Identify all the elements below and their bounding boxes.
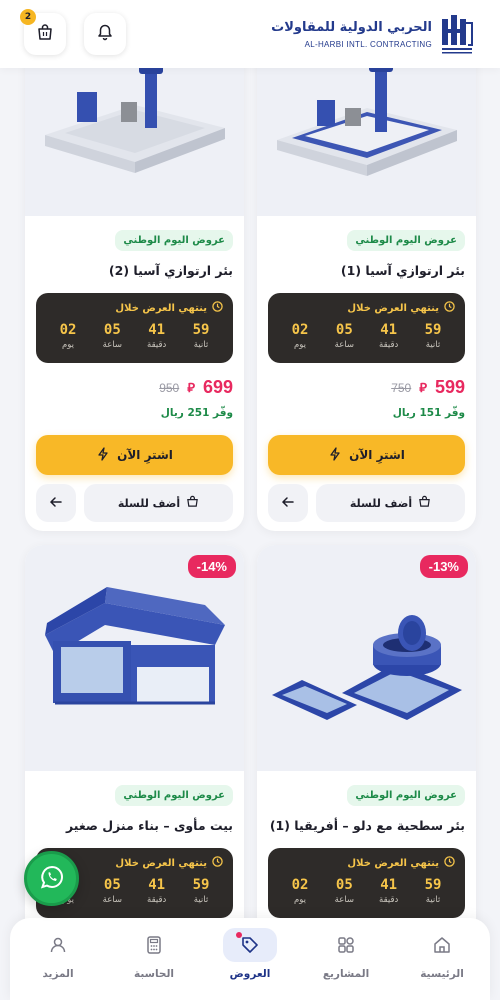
timer-seconds: 59 ثانية xyxy=(424,877,442,905)
details-arrow-button[interactable] xyxy=(36,484,76,522)
nav-offers[interactable]: العروض xyxy=(210,928,290,1000)
brand-name-arabic: الحربي الدولية للمقاولات xyxy=(271,19,432,35)
riyal-icon: ⃁ xyxy=(419,381,427,396)
company-logo xyxy=(442,15,473,54)
timer-minutes: 41 دقيقة xyxy=(379,322,399,350)
countdown-timer: ينتهي العرض خلال 59 ثانية 41 دقيقة 05 ساعة … xyxy=(268,293,465,363)
tag-icon xyxy=(223,928,277,962)
brand[interactable]: الحربي الدولية للمقاولات AL-HARBI INTL. … xyxy=(271,13,474,55)
timer-seconds: 59 ثانية xyxy=(424,322,442,350)
user-icon xyxy=(31,928,85,962)
product-card[interactable]: عروض اليوم الوطني بئر ارتوازي آسيا (2) ي… xyxy=(25,0,244,531)
offer-tag: عروض اليوم الوطني xyxy=(115,230,233,251)
active-dot xyxy=(236,932,242,938)
product-title[interactable]: بئر ارتوازي آسيا (2) xyxy=(36,263,233,281)
arrow-left-icon xyxy=(281,494,295,513)
add-to-cart-button[interactable]: أضف للسلة xyxy=(316,484,465,522)
product-title[interactable]: بيت مأوى – بناء منزل صغير xyxy=(36,818,233,836)
calculator-icon xyxy=(127,928,181,962)
nav-more[interactable]: المزيد xyxy=(18,928,98,1000)
buy-now-button[interactable]: اشترِ الآن xyxy=(268,435,465,475)
riyal-icon: ⃁ xyxy=(187,381,195,396)
add-to-cart-label: أضف للسلة xyxy=(117,496,181,510)
offer-tag: عروض اليوم الوطني xyxy=(115,785,233,806)
bell-icon xyxy=(96,23,114,45)
timer-minutes: 41 دقيقة xyxy=(147,877,167,905)
arrow-left-icon xyxy=(49,494,63,513)
buy-now-label: اشترِ الآن xyxy=(349,448,405,462)
timer-header: ينتهي العرض خلال xyxy=(278,301,455,315)
price-row: 599 ⃁ 750 xyxy=(268,377,465,398)
discount-badge: -14% xyxy=(187,555,236,578)
shopping-bag-icon xyxy=(36,23,54,45)
timer-header: ينتهي العرض خلال xyxy=(278,856,455,870)
product-title[interactable]: بئر سطحية مع دلو – أفريقيا (1) xyxy=(268,818,465,836)
product-card[interactable]: عروض اليوم الوطني بئر ارتوازي آسيا (1) ي… xyxy=(257,0,476,531)
savings-text: وفّر 151 ريال xyxy=(392,407,465,419)
product-image[interactable]: -14% xyxy=(25,545,244,771)
basket-icon xyxy=(418,495,431,511)
details-arrow-button[interactable] xyxy=(268,484,308,522)
discount-badge: -13% xyxy=(419,555,468,578)
buy-now-label: اشترِ الآن xyxy=(117,448,173,462)
timer-seconds: 59 ثانية xyxy=(192,322,210,350)
clock-icon xyxy=(212,301,223,315)
grid-icon xyxy=(319,928,373,962)
nav-calculator[interactable]: الحاسبة xyxy=(114,928,194,1000)
clock-icon xyxy=(212,856,223,870)
buy-now-button[interactable]: اشترِ الآن xyxy=(36,435,233,475)
lightning-icon xyxy=(328,446,342,464)
old-price: 950 xyxy=(159,380,180,395)
product-title[interactable]: بئر ارتوازي آسيا (1) xyxy=(268,263,465,281)
lightning-icon xyxy=(96,446,110,464)
home-icon xyxy=(415,928,469,962)
whatsapp-icon xyxy=(39,864,65,894)
whatsapp-button[interactable] xyxy=(24,851,79,906)
price-row: 699 ⃁ 950 xyxy=(36,377,233,398)
current-price: 699 xyxy=(202,377,233,397)
offer-tag: عروض اليوم الوطني xyxy=(347,230,465,251)
timer-hours: 05 ساعة xyxy=(102,877,123,905)
add-to-cart-label: أضف للسلة xyxy=(349,496,413,510)
cart-button[interactable]: 2 xyxy=(20,9,66,55)
timer-label: ينتهي العرض خلال xyxy=(347,302,439,314)
savings-text: وفّر 251 ريال xyxy=(160,407,233,419)
timer-label: ينتهي العرض خلال xyxy=(115,302,207,314)
brand-name-english: AL-HARBI INTL. CONTRACTING xyxy=(304,39,432,49)
add-to-cart-button[interactable]: أضف للسلة xyxy=(84,484,233,522)
timer-hours: 05 ساعة xyxy=(102,322,123,350)
clock-icon xyxy=(444,301,455,315)
timer-hours: 05 ساعة xyxy=(334,877,355,905)
nav-home[interactable]: الرئيسية xyxy=(402,928,482,1000)
nav-projects-label: المشاريع xyxy=(322,968,370,980)
timer-minutes: 41 دقيقة xyxy=(379,877,399,905)
timer-days: 02يوم xyxy=(59,322,77,350)
nav-projects[interactable]: المشاريع xyxy=(306,928,386,1000)
countdown-timer: ينتهي العرض خلال 59 ثانية 41 دقيقة 05 ساعة … xyxy=(36,293,233,363)
timer-hours: 05 ساعة xyxy=(334,322,355,350)
nav-offers-label: العروض xyxy=(229,968,271,980)
cart-count-badge: 2 xyxy=(20,9,36,25)
basket-icon xyxy=(186,495,199,511)
app-header: 2 الحربي الدولية للمقاولات AL-HARBI INTL… xyxy=(0,0,500,68)
timer-minutes: 41 دقيقة xyxy=(147,322,167,350)
current-price: 599 xyxy=(434,377,465,397)
timer-header: ينتهي العرض خلال xyxy=(46,301,223,315)
timer-days: 02يوم xyxy=(291,322,309,350)
countdown-timer: ينتهي العرض خلال 59 ثانية 41 دقيقة 05 ساعة … xyxy=(268,848,465,918)
product-image[interactable]: -13% xyxy=(257,545,476,771)
timer-label: ينتهي العرض خلال xyxy=(347,857,439,869)
bottom-navigation: الرئيسية المشاريع العروض الحاسبة المزيد xyxy=(10,918,490,1000)
notifications-button[interactable] xyxy=(84,13,126,55)
clock-icon xyxy=(444,856,455,870)
offer-tag: عروض اليوم الوطني xyxy=(347,785,465,806)
nav-calculator-label: الحاسبة xyxy=(133,968,175,980)
nav-more-label: المزيد xyxy=(42,968,74,980)
timer-seconds: 59 ثانية xyxy=(192,877,210,905)
nav-home-label: الرئيسية xyxy=(420,968,464,980)
offers-list: عروض اليوم الوطني بئر ارتوازي آسيا (1) ي… xyxy=(0,0,500,1000)
timer-label: ينتهي العرض خلال xyxy=(115,857,207,869)
old-price: 750 xyxy=(391,380,412,395)
timer-days: 02يوم xyxy=(291,877,309,905)
